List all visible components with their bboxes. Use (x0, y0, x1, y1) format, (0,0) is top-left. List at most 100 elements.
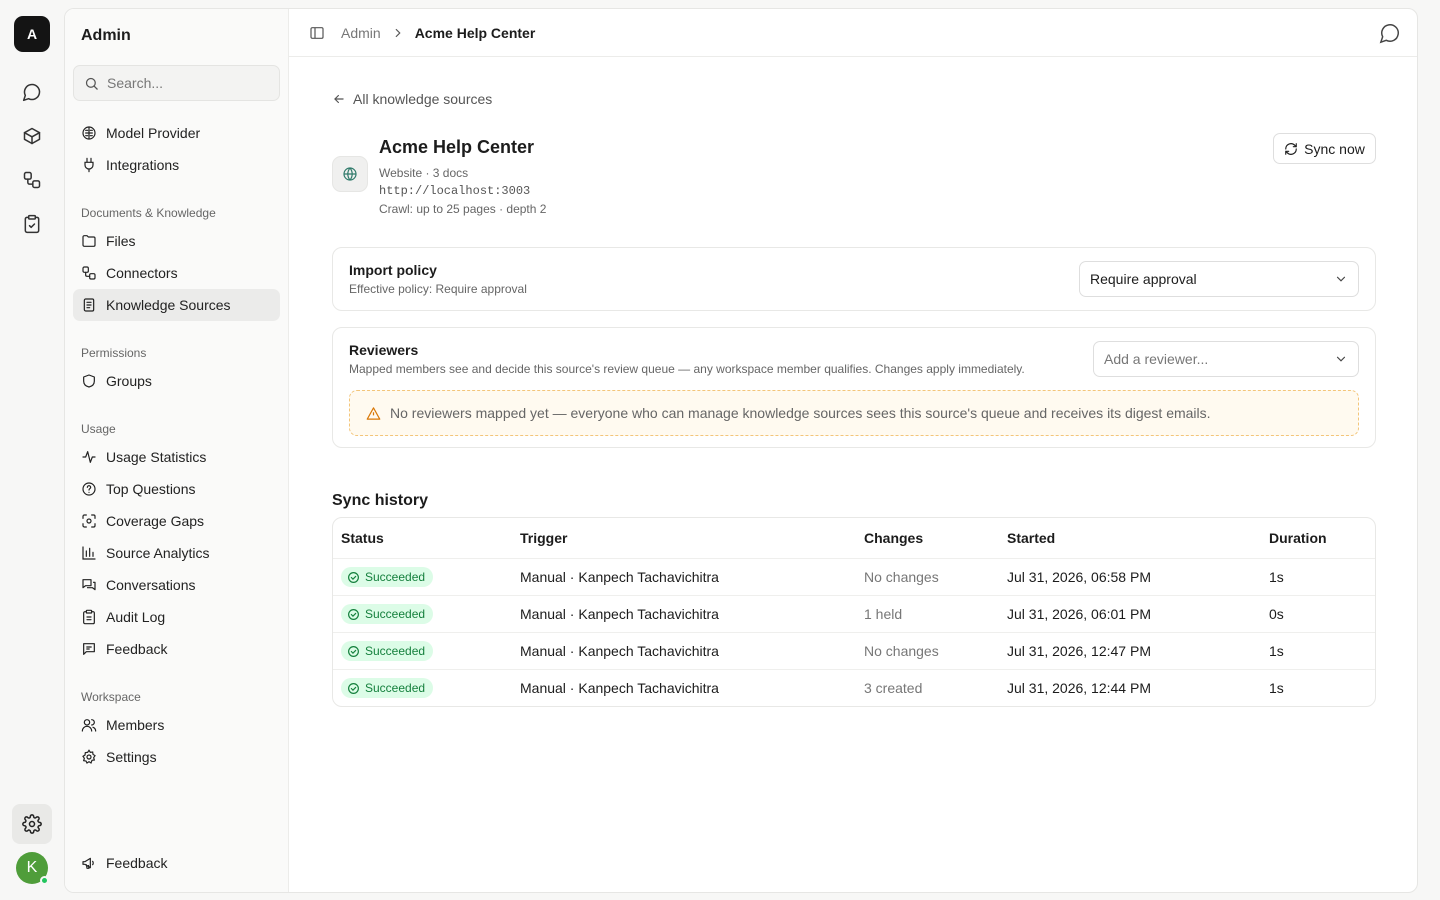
megaphone-icon (82, 857, 94, 869)
started-cell: Jul 31, 2026, 06:58 PM (1007, 569, 1151, 585)
search-input[interactable] (107, 75, 267, 91)
folder-icon (82, 235, 96, 247)
settings-gear-icon[interactable] (12, 804, 52, 844)
search-icon (85, 77, 98, 90)
sidebar-item-label: Knowledge Sources (106, 297, 231, 313)
sidebar-item-connectors[interactable]: Connectors (73, 257, 280, 289)
shield-icon (83, 374, 95, 388)
sidebar-title: Admin (81, 27, 131, 44)
changes-cell: No changes (864, 569, 939, 585)
table-row: Succeeded Manual · Kanpech Tachavichitra… (333, 558, 1375, 595)
column-header-duration: Duration (1269, 530, 1327, 546)
status-label: Succeeded (365, 570, 426, 584)
sidebar-item-source-analytics[interactable]: Source Analytics (73, 537, 280, 569)
sync-now-label: Sync now (1304, 140, 1365, 157)
warning-triangle-icon (366, 406, 381, 420)
sidebar-footer-feedback[interactable]: Feedback (73, 847, 280, 879)
column-header-status: Status (341, 530, 384, 546)
sidebar-item-label: Top Questions (106, 481, 196, 497)
started-cell: Jul 31, 2026, 06:01 PM (1007, 606, 1151, 622)
reviewers-title: Reviewers (349, 342, 419, 358)
status-badge: Succeeded (341, 641, 434, 661)
user-avatar[interactable]: K (16, 852, 49, 885)
sidebar-item-members[interactable]: Members (73, 709, 280, 741)
chevron-right-icon (395, 28, 401, 37)
duration-cell: 1s (1269, 680, 1284, 696)
box-icon[interactable] (12, 116, 52, 156)
sidebar-item-label: Conversations (106, 577, 196, 593)
check-circle-icon (348, 571, 359, 583)
sidebar-item-feedback[interactable]: Feedback (73, 633, 280, 665)
sidebar-item-label: Coverage Gaps (106, 513, 205, 529)
status-badge: Succeeded (341, 604, 434, 624)
trigger-cell: Manual · Kanpech Tachavichitra (520, 606, 719, 622)
import-policy-title: Import policy (349, 262, 437, 278)
table-row: Succeeded Manual · Kanpech Tachavichitra… (333, 669, 1375, 706)
clipboard-check-icon[interactable] (12, 204, 52, 244)
warning-text: No reviewers mapped yet — everyone who c… (390, 405, 1211, 421)
bar-chart-icon (82, 546, 96, 560)
arrow-left-icon (334, 94, 344, 104)
chat-icon[interactable] (12, 72, 52, 112)
main-content: All knowledge sources Acme Help Center W… (289, 57, 1417, 892)
changes-cell: No changes (864, 643, 939, 659)
no-reviewers-warning: No reviewers mapped yet — everyone who c… (349, 390, 1359, 436)
check-circle-icon (348, 682, 359, 694)
back-to-sources-link[interactable]: All knowledge sources (332, 91, 492, 107)
sidebar-section-workspace: Workspace (81, 690, 141, 704)
sidebar-item-files[interactable]: Files (73, 225, 280, 257)
chat-bubble-icon[interactable] (1379, 22, 1401, 44)
trigger-cell: Manual · Kanpech Tachavichitra (520, 643, 719, 659)
sidebar-item-audit-log[interactable]: Audit Log (73, 601, 280, 633)
sidebar-toggle-icon[interactable] (309, 25, 325, 41)
sync-now-button[interactable]: Sync now (1273, 133, 1376, 164)
clipboard-icon (83, 609, 95, 625)
sidebar-item-label: Files (106, 233, 136, 249)
question-icon (82, 482, 96, 496)
sidebar-item-label: Groups (106, 373, 152, 389)
sidebar-section-usage: Usage (81, 422, 116, 436)
sidebar-item-integrations[interactable]: Integrations (73, 149, 280, 181)
scan-icon (82, 514, 96, 528)
add-reviewer-select[interactable]: Add a reviewer... (1093, 341, 1359, 377)
book-icon (83, 298, 95, 312)
sidebar-item-groups[interactable]: Groups (73, 365, 280, 397)
changes-cell: 3 created (864, 680, 923, 696)
sidebar-item-label: Model Provider (106, 125, 201, 141)
trigger-cell: Manual · Kanpech Tachavichitra (520, 680, 719, 696)
plug-icon (84, 157, 94, 173)
back-link-label: All knowledge sources (353, 91, 493, 107)
reviewers-subtitle: Mapped members see and decide this sourc… (349, 362, 1025, 376)
sidebar-item-label: Settings (106, 749, 157, 765)
workflow-icon[interactable] (12, 160, 52, 200)
avatar-letter: K (26, 859, 38, 876)
sidebar-item-top-questions[interactable]: Top Questions (73, 473, 280, 505)
sidebar-item-usage-statistics[interactable]: Usage Statistics (73, 441, 280, 473)
sidebar-item-knowledge-sources[interactable]: Knowledge Sources (73, 289, 280, 321)
table-row: Succeeded Manual · Kanpech Tachavichitra… (333, 595, 1375, 632)
changes-cell: 1 held (864, 606, 903, 622)
status-badge: Succeeded (341, 567, 434, 587)
column-header-changes: Changes (864, 530, 924, 546)
sidebar-item-model-provider[interactable]: Model Provider (73, 117, 280, 149)
started-cell: Jul 31, 2026, 12:47 PM (1007, 643, 1151, 659)
top-bar: Admin Acme Help Center (289, 9, 1417, 57)
chevron-down-icon (1336, 276, 1346, 282)
duration-cell: 1s (1269, 569, 1284, 585)
source-meta: Website · 3 docs http://localhost:3003 C… (379, 164, 546, 218)
sidebar-search[interactable] (73, 65, 280, 101)
sidebar-item-label: Integrations (106, 157, 180, 173)
messages-icon (82, 579, 96, 591)
import-policy-select[interactable]: Require approval (1079, 261, 1359, 297)
sidebar-item-conversations[interactable]: Conversations (73, 569, 280, 601)
sidebar-item-coverage-gaps[interactable]: Coverage Gaps (73, 505, 280, 537)
sidebar-item-settings[interactable]: Settings (73, 741, 280, 773)
admin-sidebar: Admin Model Provider Integrations Docume… (65, 9, 289, 892)
chevron-down-icon (1336, 356, 1346, 362)
source-type: Website · 3 docs (379, 166, 469, 180)
globe-icon (332, 156, 368, 192)
duration-cell: 1s (1269, 643, 1284, 659)
workspace-logo[interactable]: A (14, 16, 50, 52)
breadcrumb-admin[interactable]: Admin (341, 25, 381, 41)
table-header-row: Status Trigger Changes Started Duration (333, 518, 1375, 558)
